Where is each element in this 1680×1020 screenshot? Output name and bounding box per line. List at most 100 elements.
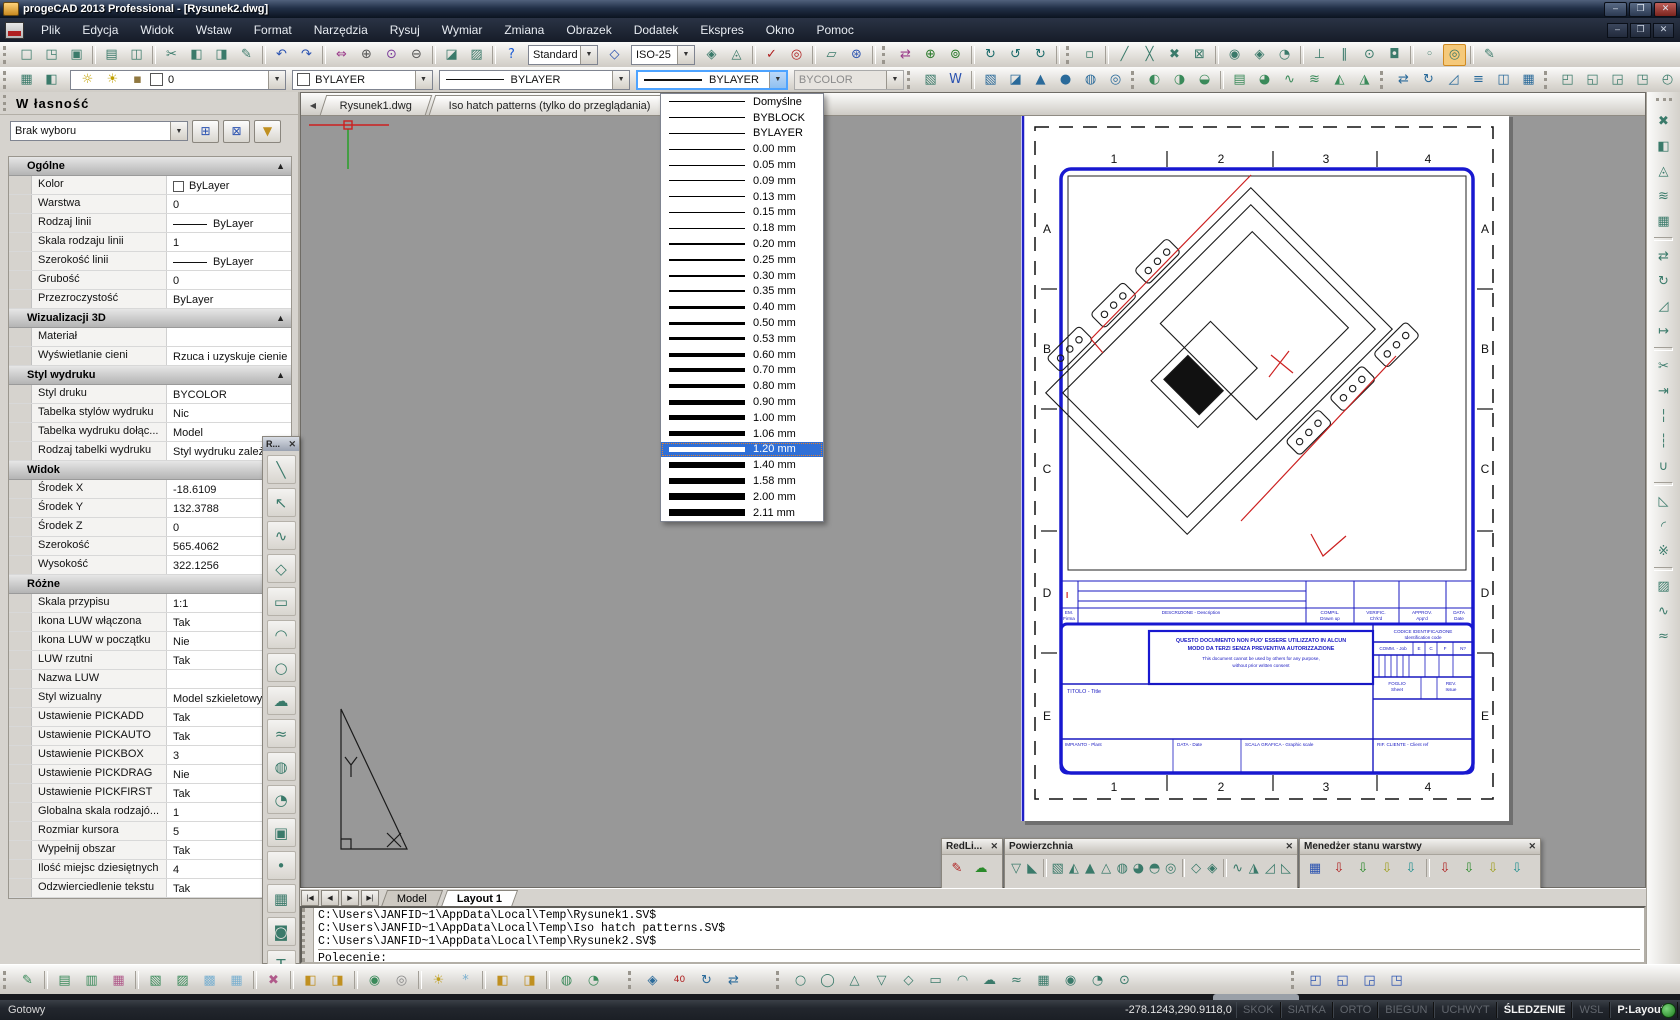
quick-select-button[interactable]: ▼ (254, 120, 281, 143)
line-icon[interactable]: ╲ (267, 455, 296, 484)
menu-item-obrazek[interactable]: Obrazek (555, 20, 622, 40)
doc-minimize-button[interactable]: – (1607, 23, 1628, 38)
solids-subtract-icon[interactable]: ◑ (1168, 69, 1191, 91)
lineweight-option[interactable]: 0.53 mm (661, 331, 823, 347)
lineweight-option[interactable]: 1.00 mm (661, 410, 823, 426)
slice-icon[interactable]: ◭ (1328, 69, 1351, 91)
ellipse-arc-icon[interactable]: ◔ (267, 785, 296, 814)
annotation-scale-icon[interactable]: ◈ (640, 968, 665, 992)
dimension-flag-icon[interactable]: ◇ (603, 44, 626, 66)
lineweight-option[interactable]: 0.25 mm (661, 252, 823, 268)
viewport-clip-icon[interactable]: ◲ (1357, 968, 1382, 992)
toolbar-grip[interactable] (1291, 971, 1299, 989)
sweep-icon[interactable]: ∿ (1278, 69, 1301, 91)
command-prompt[interactable]: Polecenie: (318, 949, 1640, 965)
layer-unlock-tool-icon[interactable]: ◨ (325, 968, 350, 992)
surface-revolved-icon[interactable]: ◮ (1247, 857, 1261, 879)
extend-icon[interactable]: ⇥ (1652, 380, 1676, 403)
section-header-r-ne[interactable]: Różne▲ (9, 575, 291, 594)
select-add-button[interactable]: ⊞ (192, 120, 219, 143)
property-value[interactable] (167, 328, 291, 346)
snap-tangent-icon[interactable]: ◔ (1273, 44, 1296, 66)
doc-close-button[interactable]: ✕ (1653, 23, 1674, 38)
toolbar-grip[interactable] (1380, 71, 1388, 89)
status-toggle-uchwyt[interactable]: UCHWYT (1434, 1002, 1496, 1018)
close-icon[interactable]: ✕ (1285, 841, 1293, 852)
section-header-widok[interactable]: Widok▲ (9, 461, 291, 480)
chevron-down-icon[interactable]: ▼ (580, 46, 597, 64)
find-text-icon[interactable]: ◎ (785, 44, 808, 66)
tab-next-icon[interactable]: ▶ (341, 890, 359, 906)
view-side-icon[interactable]: ◲ (1606, 69, 1629, 91)
layer-walk-icon[interactable]: ◍ (554, 968, 579, 992)
lineweight-option[interactable]: 0.30 mm (661, 268, 823, 284)
layer-delete-icon[interactable]: ✖ (261, 968, 286, 992)
minimize-button[interactable]: – (1604, 2, 1627, 17)
tab-scroll-left-icon[interactable]: ◀ (305, 97, 321, 113)
3d-align-icon[interactable]: ≡ (1467, 69, 1490, 91)
lineweight-combo[interactable]: BYLAYER ▼ (636, 70, 788, 90)
layer-properties-icon[interactable]: ▦ (15, 69, 38, 91)
tab-layout-1[interactable]: Layout 1 (441, 890, 518, 907)
solid-wedge-icon[interactable]: ◪ (1004, 69, 1027, 91)
surface-cone-icon[interactable]: △ (1099, 857, 1113, 879)
zoom-dynamic-icon[interactable]: ⊙ (380, 44, 403, 66)
open-file-icon[interactable]: ◳ (40, 44, 63, 66)
document-tab-1[interactable]: Rysunek1.dwg (320, 95, 433, 115)
scale-icon[interactable]: ◿ (1652, 295, 1676, 318)
break-at-point-icon[interactable]: ╎ (1652, 405, 1676, 428)
layer-state-import-red-icon[interactable]: ⇩ (1328, 857, 1350, 879)
dimension-style-icon[interactable]: ◈ (700, 44, 723, 66)
layer-isolate-icon[interactable]: ▤ (52, 968, 77, 992)
panel-grip[interactable] (3, 95, 10, 111)
lineweight-option[interactable]: 2.00 mm (661, 489, 823, 505)
tab-prev-icon[interactable]: ◀ (321, 890, 339, 906)
status-toggle-biegun[interactable]: BIEGUN (1378, 1002, 1434, 1018)
zoom-in-icon[interactable]: ⊕ (355, 44, 378, 66)
property-value[interactable]: ByLayer (167, 176, 291, 194)
lineweight-option[interactable]: 0.20 mm (661, 236, 823, 252)
layer-freeze-icon[interactable]: ☀ (101, 69, 124, 91)
lineweight-option[interactable]: 0.15 mm (661, 205, 823, 221)
break-icon[interactable]: ┆ (1652, 430, 1676, 453)
ellipse-icon[interactable]: ◍ (267, 752, 296, 781)
revision-cloud-icon[interactable]: ☁ (267, 686, 296, 715)
command-window[interactable]: C:\Users\JANFID~1\AppData\Local\Temp\Rys… (300, 906, 1646, 964)
snap-none-icon[interactable]: ◎ (1443, 44, 1466, 66)
status-toggle-sledzenie[interactable]: ŚLEDZENIE (1497, 1002, 1573, 1018)
menu-item-wymiar[interactable]: Wymiar (431, 20, 494, 40)
toolbar-grip[interactable] (3, 971, 11, 989)
surface-dish-icon[interactable]: ◓ (1148, 857, 1162, 879)
tab-model[interactable]: Model (381, 890, 443, 907)
cut-icon[interactable]: ✂ (160, 44, 183, 66)
property-value[interactable]: 0 (167, 195, 291, 213)
print-preview-icon[interactable]: ◫ (125, 44, 148, 66)
layer-on-tool-icon[interactable]: ▨ (170, 968, 195, 992)
section-header-wizualizacji-3d[interactable]: Wizualizacji 3D▲ (9, 309, 291, 328)
property-value[interactable]: 1 (167, 233, 291, 251)
lineweight-option[interactable]: 0.80 mm (661, 378, 823, 394)
surface-2d-solid-icon[interactable]: ▽ (1009, 857, 1023, 879)
solid-sphere-icon[interactable]: ● (1054, 69, 1077, 91)
command-grip[interactable] (302, 908, 314, 962)
layer-bulb-off-icon[interactable]: ◎ (389, 968, 414, 992)
layer-state-manager-icon[interactable]: ▦ (1304, 857, 1326, 879)
surface-pyramid-icon[interactable]: ▲ (1083, 857, 1097, 879)
3d-mirror-icon[interactable]: ◫ (1492, 69, 1515, 91)
status-toggle-siatka[interactable]: SIATKA (1281, 1002, 1333, 1018)
surface-dome-icon[interactable]: ◕ (1131, 857, 1145, 879)
document-tab-2[interactable]: Iso hatch patterns (tylko do przeglądani… (429, 95, 671, 115)
3d-scale-icon[interactable]: ◿ (1442, 69, 1465, 91)
zoom-window-icon[interactable]: ⊚ (944, 44, 967, 66)
layer-unlock-2-icon[interactable]: ◨ (517, 968, 542, 992)
polyline-icon[interactable]: ∿ (267, 521, 296, 550)
collapse-arrow-icon[interactable]: ▲ (276, 161, 285, 171)
hatch-icon[interactable]: ▦ (267, 884, 296, 913)
close-icon[interactable]: ✕ (1528, 841, 1536, 852)
lineweight-option[interactable]: 0.18 mm (661, 220, 823, 236)
lineweight-option[interactable]: 0.50 mm (661, 315, 823, 331)
zoom-realtime-icon[interactable]: ⊕ (919, 44, 942, 66)
redline-draw-icon[interactable]: ✎ (946, 857, 968, 879)
toolbar-grip[interactable] (776, 971, 784, 989)
dimension-edit-icon[interactable]: ◬ (725, 44, 748, 66)
